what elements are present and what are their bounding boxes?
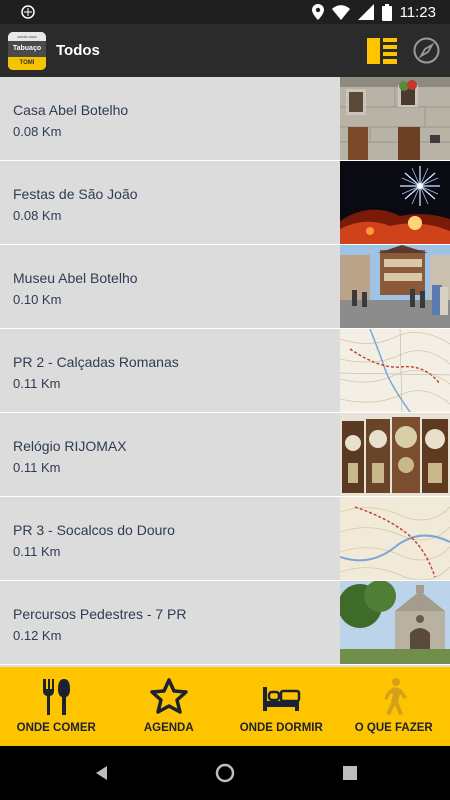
location-icon bbox=[311, 4, 324, 20]
place-name: Relógio RIJOMAX bbox=[13, 438, 127, 454]
nav-o-que-fazer[interactable]: O QUE FAZER bbox=[338, 667, 450, 746]
list-item[interactable]: PR 2 - Calçadas Romanas 0.11 Km bbox=[0, 329, 450, 413]
list-view-icon[interactable] bbox=[367, 38, 397, 64]
nav-label: ONDE COMER bbox=[16, 722, 96, 734]
place-name: PR 3 - Socalcos do Douro bbox=[13, 522, 175, 538]
nav-label: AGENDA bbox=[143, 722, 194, 734]
place-name: Casa Abel Botelho bbox=[13, 102, 129, 118]
logo-bottom-text: TOMI bbox=[8, 57, 46, 70]
place-distance: 0.08 Km bbox=[13, 124, 62, 139]
place-distance: 0.08 Km bbox=[13, 208, 62, 223]
hiker-icon bbox=[383, 678, 407, 715]
street-museum-photo bbox=[340, 245, 450, 328]
place-distance: 0.11 Km bbox=[13, 376, 61, 391]
place-distance: 0.12 Km bbox=[13, 628, 62, 643]
place-name: Museu Abel Botelho bbox=[13, 270, 138, 286]
place-distance: 0.10 Km bbox=[13, 292, 62, 307]
trail-map bbox=[340, 329, 450, 412]
list-item[interactable]: Percursos Pedestres - 7 PR 0.12 Km bbox=[0, 581, 450, 665]
nav-label: O QUE FAZER bbox=[354, 722, 433, 734]
nav-label: ONDE DORMIR bbox=[239, 722, 323, 734]
trail-map bbox=[340, 497, 450, 580]
app-bar: santa casa Tabuaço TOMI Todos bbox=[0, 24, 450, 77]
status-time: 11:23 bbox=[399, 3, 436, 21]
chapel-photo bbox=[340, 581, 450, 664]
place-name: Percursos Pedestres - 7 PR bbox=[13, 606, 187, 622]
list-item[interactable]: PR 3 - Socalcos do Douro 0.11 Km bbox=[0, 497, 450, 581]
nav-agenda[interactable]: AGENDA bbox=[113, 667, 226, 746]
compass-icon[interactable] bbox=[413, 37, 440, 64]
fork-spoon-icon bbox=[43, 679, 71, 715]
list-item[interactable]: Museu Abel Botelho 0.10 Km bbox=[0, 245, 450, 329]
page-title: Todos bbox=[56, 42, 100, 59]
clocks-photo bbox=[340, 413, 450, 496]
status-bar: 11:23 bbox=[0, 0, 450, 24]
signal-icon bbox=[357, 4, 374, 20]
home-icon[interactable] bbox=[215, 763, 235, 783]
nav-onde-comer[interactable]: ONDE COMER bbox=[0, 667, 113, 746]
places-list: Casa Abel Botelho 0.08 Km Festas de São bbox=[0, 77, 450, 667]
place-distance: 0.11 Km bbox=[13, 544, 61, 559]
notification-icon bbox=[21, 5, 35, 19]
app-logo[interactable]: santa casa Tabuaço TOMI bbox=[8, 32, 46, 70]
wifi-icon bbox=[331, 4, 350, 20]
stone-house-photo bbox=[340, 77, 450, 160]
recents-icon[interactable] bbox=[340, 763, 360, 783]
place-distance: 0.11 Km bbox=[13, 460, 61, 475]
place-name: Festas de São João bbox=[13, 186, 138, 202]
back-icon[interactable] bbox=[92, 763, 112, 783]
logo-top-text: santa casa bbox=[8, 32, 46, 41]
bed-icon bbox=[263, 687, 301, 711]
place-name: PR 2 - Calçadas Romanas bbox=[13, 354, 179, 370]
bottom-nav: ONDE COMER AGENDA ONDE DORMIR O QUE FAZE… bbox=[0, 667, 450, 746]
list-item[interactable]: Relógio RIJOMAX 0.11 Km bbox=[0, 413, 450, 497]
system-nav-bar bbox=[0, 746, 450, 800]
fireworks-photo bbox=[340, 161, 450, 244]
logo-mid-text: Tabuaço bbox=[8, 41, 46, 57]
battery-icon bbox=[381, 3, 392, 21]
list-item[interactable]: Casa Abel Botelho 0.08 Km bbox=[0, 77, 450, 161]
star-icon bbox=[150, 678, 188, 714]
nav-onde-dormir[interactable]: ONDE DORMIR bbox=[225, 667, 338, 746]
list-item[interactable]: Festas de São João 0.08 Km bbox=[0, 161, 450, 245]
